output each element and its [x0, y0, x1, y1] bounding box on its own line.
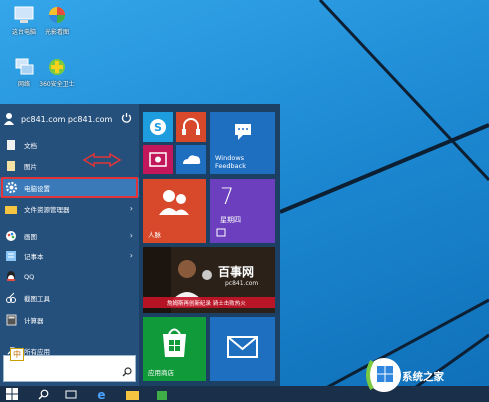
news-headline-bar: 詹姆斯再创新纪录 骑士击败热火: [143, 297, 275, 308]
ime-indicator[interactable]: 中: [10, 348, 24, 361]
store-icon: [157, 391, 167, 400]
network-icon: [13, 57, 35, 77]
tile-label: 应用商店: [148, 369, 174, 377]
start-menu-list: pc841.com pc841.com 文档 图片 电脑设置 文件资源管理器 ›…: [0, 104, 139, 386]
news-brand: 百事网: [218, 265, 255, 279]
power-icon[interactable]: [121, 112, 132, 123]
tile-mail[interactable]: [210, 317, 275, 381]
desktop-icon-photo-viewer[interactable]: 光影看图: [34, 5, 80, 36]
svg-text:S: S: [154, 121, 162, 134]
tile-windows-feedback[interactable]: Windows Feedback: [210, 112, 275, 174]
menu-item-label: 文件资源管理器: [24, 205, 70, 214]
people-icon: [159, 190, 189, 215]
headphones-icon: [182, 118, 200, 135]
calendar-weekday: 星期四: [220, 216, 241, 224]
task-view-button[interactable]: [62, 387, 80, 401]
taskbar-store-button[interactable]: [153, 387, 171, 401]
task-view-icon: [65, 390, 77, 399]
highlight-box: [1, 177, 138, 198]
windows-logo-icon: [6, 388, 18, 400]
user-icon: [3, 112, 15, 126]
watermark: 系统之家: [362, 351, 488, 401]
menu-item-paint[interactable]: 画图 ›: [0, 226, 139, 245]
chevron-right-icon[interactable]: ›: [130, 251, 133, 260]
menu-item-label: 文档: [24, 141, 37, 150]
tile-store[interactable]: 应用商店: [143, 317, 206, 381]
menu-item-snipping[interactable]: 截图工具: [0, 288, 139, 307]
tile-label: 人脉: [148, 231, 161, 239]
mail-icon: [227, 336, 258, 358]
video-icon: [149, 152, 167, 167]
search-icon: [38, 389, 48, 399]
win10-logo-icon: [366, 358, 401, 392]
news-headline: 詹姆斯再创新纪录 骑士击败热火: [167, 301, 246, 307]
menu-item-qq[interactable]: QQ: [0, 267, 139, 286]
menu-item-label: 计算器: [24, 316, 44, 325]
menu-item-label: 截图工具: [24, 294, 50, 303]
menu-item-label: QQ: [24, 272, 35, 281]
desktop-icon-360[interactable]: 360安全卫士: [34, 57, 80, 88]
svg-text:e: e: [97, 388, 105, 401]
calendar-day: 7: [220, 185, 234, 210]
360-security-icon: [46, 57, 68, 77]
photo-viewer-icon: [46, 5, 68, 25]
taskbar-search-button[interactable]: [34, 387, 52, 401]
watermark-text: 系统之家: [402, 371, 444, 383]
qq-icon: [4, 270, 18, 284]
explorer-button[interactable]: [123, 387, 141, 401]
start-menu: pc841.com pc841.com 文档 图片 电脑设置 文件资源管理器 ›…: [0, 104, 280, 386]
ie-button[interactable]: e: [92, 387, 110, 401]
feedback-icon: [235, 124, 251, 140]
start-search-input[interactable]: [6, 358, 124, 380]
calculator-icon: [4, 313, 18, 327]
tile-video[interactable]: [143, 145, 173, 174]
ie-icon: e: [97, 388, 105, 401]
folder-icon: [125, 390, 139, 400]
menu-item-label: 记事本: [24, 252, 44, 261]
calendar-icon: [216, 228, 226, 239]
start-button[interactable]: [3, 387, 21, 401]
onedrive-icon: [183, 155, 201, 164]
menu-item-notepad[interactable]: 记事本 ›: [0, 246, 139, 265]
folder-icon: [4, 202, 18, 216]
notepad-icon: [4, 249, 18, 263]
skype-icon: S: [150, 119, 166, 135]
computer-icon: [13, 5, 35, 25]
menu-item-label: 图片: [24, 162, 37, 171]
document-icon: [4, 138, 18, 152]
menu-item-calculator[interactable]: 计算器: [0, 310, 139, 329]
tile-news[interactable]: 百事网 pc841.com 詹姆斯再创新纪录 骑士击败热火: [143, 247, 275, 313]
tile-onedrive[interactable]: [176, 145, 206, 174]
desktop-icon-label: 360安全卫士: [39, 81, 75, 88]
paint-icon: [4, 229, 18, 243]
pointer-arrow-icon: [82, 152, 122, 168]
tile-skype[interactable]: S: [143, 112, 173, 142]
user-name: pc841.com pc841.com: [21, 114, 113, 124]
news-domain: pc841.com: [225, 280, 259, 287]
menu-item-file-explorer[interactable]: 文件资源管理器 ›: [0, 199, 139, 218]
search-icon[interactable]: [122, 362, 132, 381]
tile-people[interactable]: 人脉: [143, 179, 206, 243]
tile-music[interactable]: [176, 112, 206, 142]
chevron-right-icon[interactable]: ›: [130, 231, 133, 240]
tile-calendar[interactable]: 7 星期四: [210, 179, 275, 243]
chevron-right-icon[interactable]: ›: [130, 204, 133, 213]
menu-item-label: 所有应用: [24, 347, 50, 356]
desktop-icon-label: 光影看图: [44, 29, 69, 36]
menu-item-label: 画图: [24, 232, 37, 241]
store-icon: [163, 328, 186, 357]
pictures-icon: [4, 159, 18, 173]
user-account[interactable]: pc841.com pc841.com: [0, 108, 139, 130]
snipping-icon: [4, 291, 18, 305]
desktop: 这台电脑 光影看图 网络 360安全卫士 pc841.com pc841.com: [0, 0, 489, 402]
tile-label: Windows Feedback: [215, 154, 246, 170]
